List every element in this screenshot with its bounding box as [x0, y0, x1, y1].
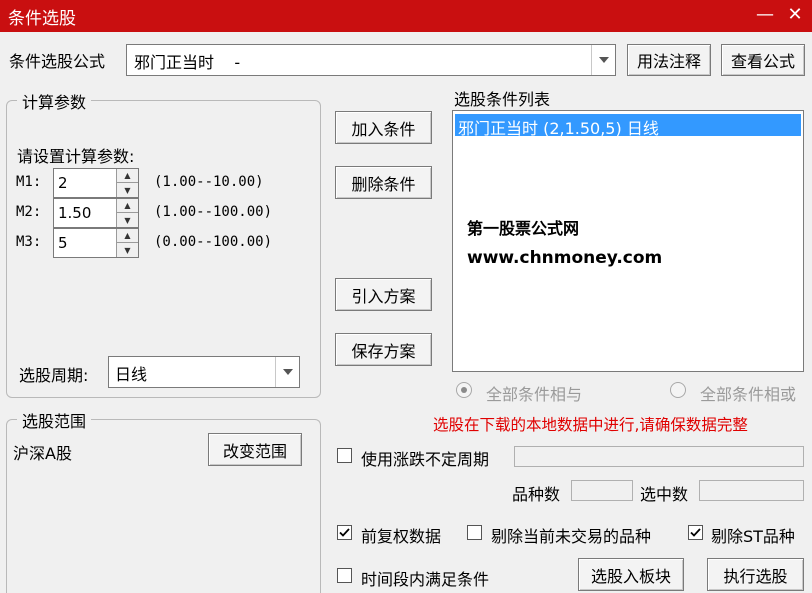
usage-notes-button[interactable]: 用法注释	[627, 44, 711, 76]
and-radio[interactable]	[456, 382, 472, 398]
delete-condition-button[interactable]: 删除条件	[335, 166, 432, 199]
add-condition-button[interactable]: 加入条件	[335, 111, 432, 144]
minimize-button[interactable]: —	[752, 2, 778, 28]
condition-list[interactable]: 邪门正当时 (2,1.50,5) 日线 第一股票公式网 www.chnmoney…	[452, 110, 804, 372]
range-group-title: 选股范围	[17, 408, 92, 432]
save-plan-button[interactable]: 保存方案	[335, 333, 432, 366]
or-radio[interactable]	[670, 382, 686, 398]
watermark-site-name: 第一股票公式网	[467, 219, 580, 238]
chevron-down-icon[interactable]	[275, 357, 299, 387]
data-notice: 选股在下载的本地数据中进行,请确保数据完整	[433, 416, 748, 434]
formula-label: 条件选股公式	[9, 52, 106, 71]
chevron-down-icon[interactable]	[591, 45, 615, 75]
title-bar: 条件选股 — ✕	[0, 0, 812, 32]
select-to-block-button[interactable]: 选股入板块	[578, 558, 684, 591]
param-label-m1: M1:	[16, 174, 42, 190]
param-spinner-m1[interactable]: ▲ ▼	[116, 169, 138, 197]
formula-select[interactable]: 邪门正当时 -	[126, 44, 616, 76]
param-range-m1: (1.00--10.00)	[154, 174, 264, 190]
list-item-label: 邪门正当时 (2,1.50,5) 日线	[458, 119, 659, 138]
uncertain-period-checkbox[interactable]	[337, 448, 352, 463]
spin-up-icon[interactable]: ▲	[117, 199, 138, 213]
exclude-untraded-checkbox[interactable]	[467, 525, 482, 540]
change-range-button[interactable]: 改变范围	[208, 433, 302, 466]
selected-field	[699, 480, 804, 501]
pre-adjust-checkbox[interactable]	[337, 525, 352, 540]
or-radio-label: 全部条件相或	[700, 385, 797, 404]
period-select[interactable]: 日线	[108, 356, 300, 388]
spin-down-icon[interactable]: ▼	[117, 183, 138, 197]
range-value: 沪深A股	[13, 444, 72, 463]
count-field	[571, 480, 633, 501]
formula-value: 邪门正当时 -	[134, 53, 241, 72]
param-label-m2: M2:	[16, 204, 42, 220]
pre-adjust-label: 前复权数据	[361, 527, 442, 546]
uncertain-period-label: 使用涨跌不定周期	[361, 450, 490, 469]
exclude-st-label: 剔除ST品种	[711, 527, 795, 546]
exclude-st-checkbox[interactable]	[688, 525, 703, 540]
param-input-m2[interactable]: 1.50 ▲ ▼	[53, 198, 139, 228]
close-button[interactable]: ✕	[782, 2, 808, 28]
param-value-m1: 2	[58, 174, 68, 192]
params-group-title: 计算参数	[17, 89, 92, 113]
param-input-m3[interactable]: 5 ▲ ▼	[53, 228, 139, 258]
param-spinner-m2[interactable]: ▲ ▼	[116, 199, 138, 227]
list-item[interactable]: 邪门正当时 (2,1.50,5) 日线	[455, 114, 801, 138]
spin-up-icon[interactable]: ▲	[117, 229, 138, 243]
checkmark-icon	[690, 528, 701, 537]
param-label-m3: M3:	[16, 234, 42, 250]
run-selection-button[interactable]: 执行选股	[707, 558, 804, 591]
window-title: 条件选股	[8, 9, 76, 29]
checkmark-icon	[339, 528, 350, 537]
param-range-m2: (1.00--100.00)	[154, 204, 273, 220]
param-input-m1[interactable]: 2 ▲ ▼	[53, 168, 139, 198]
view-formula-button[interactable]: 查看公式	[721, 44, 805, 76]
params-prompt: 请设置计算参数:	[17, 147, 135, 166]
radio-dot-icon	[461, 387, 467, 393]
count-label: 品种数	[512, 485, 561, 504]
watermark-site-url: www.chnmoney.com	[467, 248, 663, 268]
param-range-m3: (0.00--100.00)	[154, 234, 273, 250]
condition-list-title: 选股条件列表	[454, 90, 551, 109]
spin-down-icon[interactable]: ▼	[117, 243, 138, 257]
time-segment-label: 时间段内满足条件	[361, 570, 490, 589]
and-radio-label: 全部条件相与	[486, 385, 583, 404]
spin-up-icon[interactable]: ▲	[117, 169, 138, 183]
selected-label: 选中数	[640, 485, 689, 504]
period-label: 选股周期:	[19, 366, 89, 385]
param-spinner-m3[interactable]: ▲ ▼	[116, 229, 138, 257]
import-plan-button[interactable]: 引入方案	[335, 278, 432, 311]
period-value: 日线	[115, 365, 148, 384]
param-value-m2: 1.50	[58, 204, 92, 222]
exclude-untraded-label: 剔除当前未交易的品种	[491, 527, 652, 546]
spin-down-icon[interactable]: ▼	[117, 213, 138, 227]
time-segment-checkbox[interactable]	[337, 568, 352, 583]
uncertain-period-field	[514, 446, 804, 467]
param-value-m3: 5	[58, 234, 68, 252]
